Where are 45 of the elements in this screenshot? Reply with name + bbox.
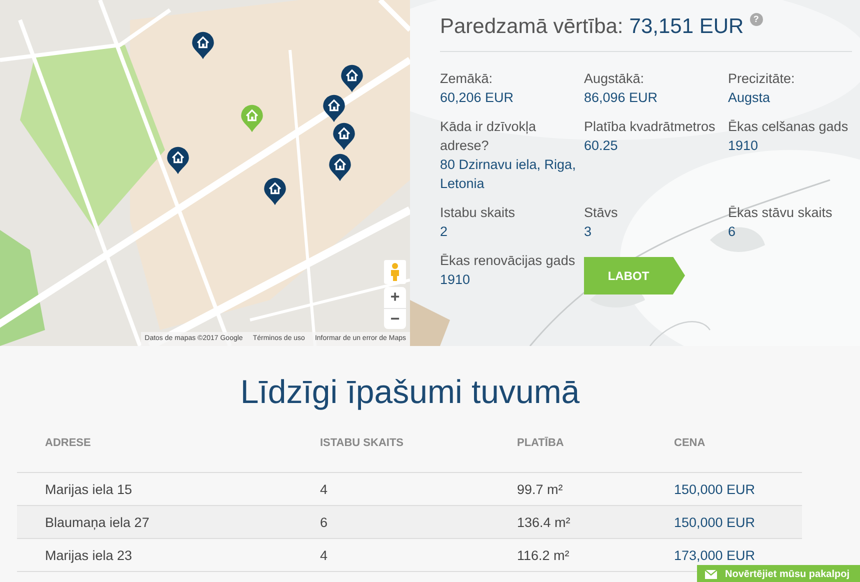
field-value: Augsta bbox=[728, 88, 772, 106]
field-label: Stāvs bbox=[584, 204, 619, 222]
table-cell: Marijas iela 23 bbox=[17, 539, 292, 572]
field-label: Ēkas renovācijas gads bbox=[440, 252, 576, 270]
house-marker-icon[interactable] bbox=[332, 122, 356, 151]
field-value: 6 bbox=[728, 222, 737, 240]
field-value: 3 bbox=[584, 222, 593, 240]
house-marker-icon[interactable] bbox=[240, 104, 264, 133]
section-title: Līdzīgi īpašumi tuvumā bbox=[240, 372, 580, 412]
field-value: 2 bbox=[440, 222, 449, 240]
house-marker-icon[interactable] bbox=[263, 177, 287, 206]
field-label: Precizitāte: bbox=[728, 70, 796, 88]
house-marker-icon[interactable] bbox=[191, 31, 215, 60]
zoom-out-button[interactable]: − bbox=[384, 308, 406, 329]
field-value: 60.25 bbox=[584, 136, 619, 154]
estimate-value: 73,151 EUR bbox=[629, 14, 744, 40]
zoom-in-button[interactable]: + bbox=[384, 287, 406, 308]
field-label: Augstākā: bbox=[584, 70, 646, 88]
table-cell: 136.4 m² bbox=[489, 506, 646, 539]
field-label: Kāda ir dzīvokļa adrese? bbox=[440, 118, 538, 154]
estimate-label: Paredzamā vērtība: bbox=[440, 14, 624, 40]
field-value: 80 Dzirnavu iela, Riga, Letonia bbox=[440, 156, 577, 192]
field-value: 86,096 EUR bbox=[584, 88, 659, 106]
column-header: ADRESE bbox=[17, 434, 292, 473]
column-header: CENA bbox=[646, 434, 802, 473]
house-marker-icon[interactable] bbox=[340, 64, 364, 93]
table-cell: 116.2 m² bbox=[489, 539, 646, 572]
field-value: 1910 bbox=[728, 136, 760, 154]
field-label: Ēkas celšanas gads bbox=[728, 118, 850, 136]
field-label: Ēkas stāvu skaits bbox=[728, 204, 834, 222]
envelope-icon bbox=[705, 570, 717, 578]
column-header: PLATĪBA bbox=[489, 434, 646, 473]
table-cell: 150,000 EUR bbox=[646, 506, 802, 539]
field-value: 1910 bbox=[440, 270, 472, 288]
house-marker-icon[interactable] bbox=[322, 94, 346, 123]
house-marker-icon[interactable] bbox=[166, 146, 190, 175]
field-label: Istabu skaits bbox=[440, 204, 516, 222]
field-label: Zemākā: bbox=[440, 70, 494, 88]
field-value: 60,206 EUR bbox=[440, 88, 515, 106]
table-cell: 6 bbox=[292, 506, 489, 539]
table-cell: Blaumaņa iela 27 bbox=[17, 506, 292, 539]
field-label: Platība kvadrātmetros bbox=[584, 118, 716, 136]
house-marker-icon[interactable] bbox=[328, 153, 352, 182]
table-cell: 4 bbox=[292, 539, 489, 572]
column-header: ISTABU SKAITS bbox=[292, 434, 489, 473]
